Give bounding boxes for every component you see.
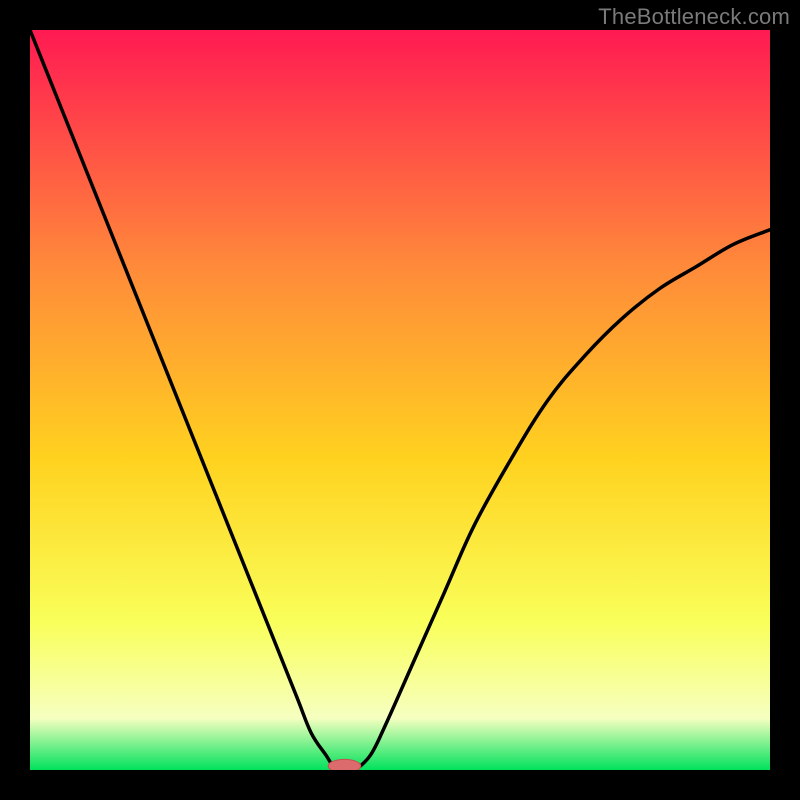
chart-frame: TheBottleneck.com xyxy=(0,0,800,800)
plot-area xyxy=(30,30,770,770)
watermark-text: TheBottleneck.com xyxy=(598,4,790,30)
gradient-background xyxy=(30,30,770,770)
chart-svg xyxy=(30,30,770,770)
minimum-marker xyxy=(328,759,361,770)
